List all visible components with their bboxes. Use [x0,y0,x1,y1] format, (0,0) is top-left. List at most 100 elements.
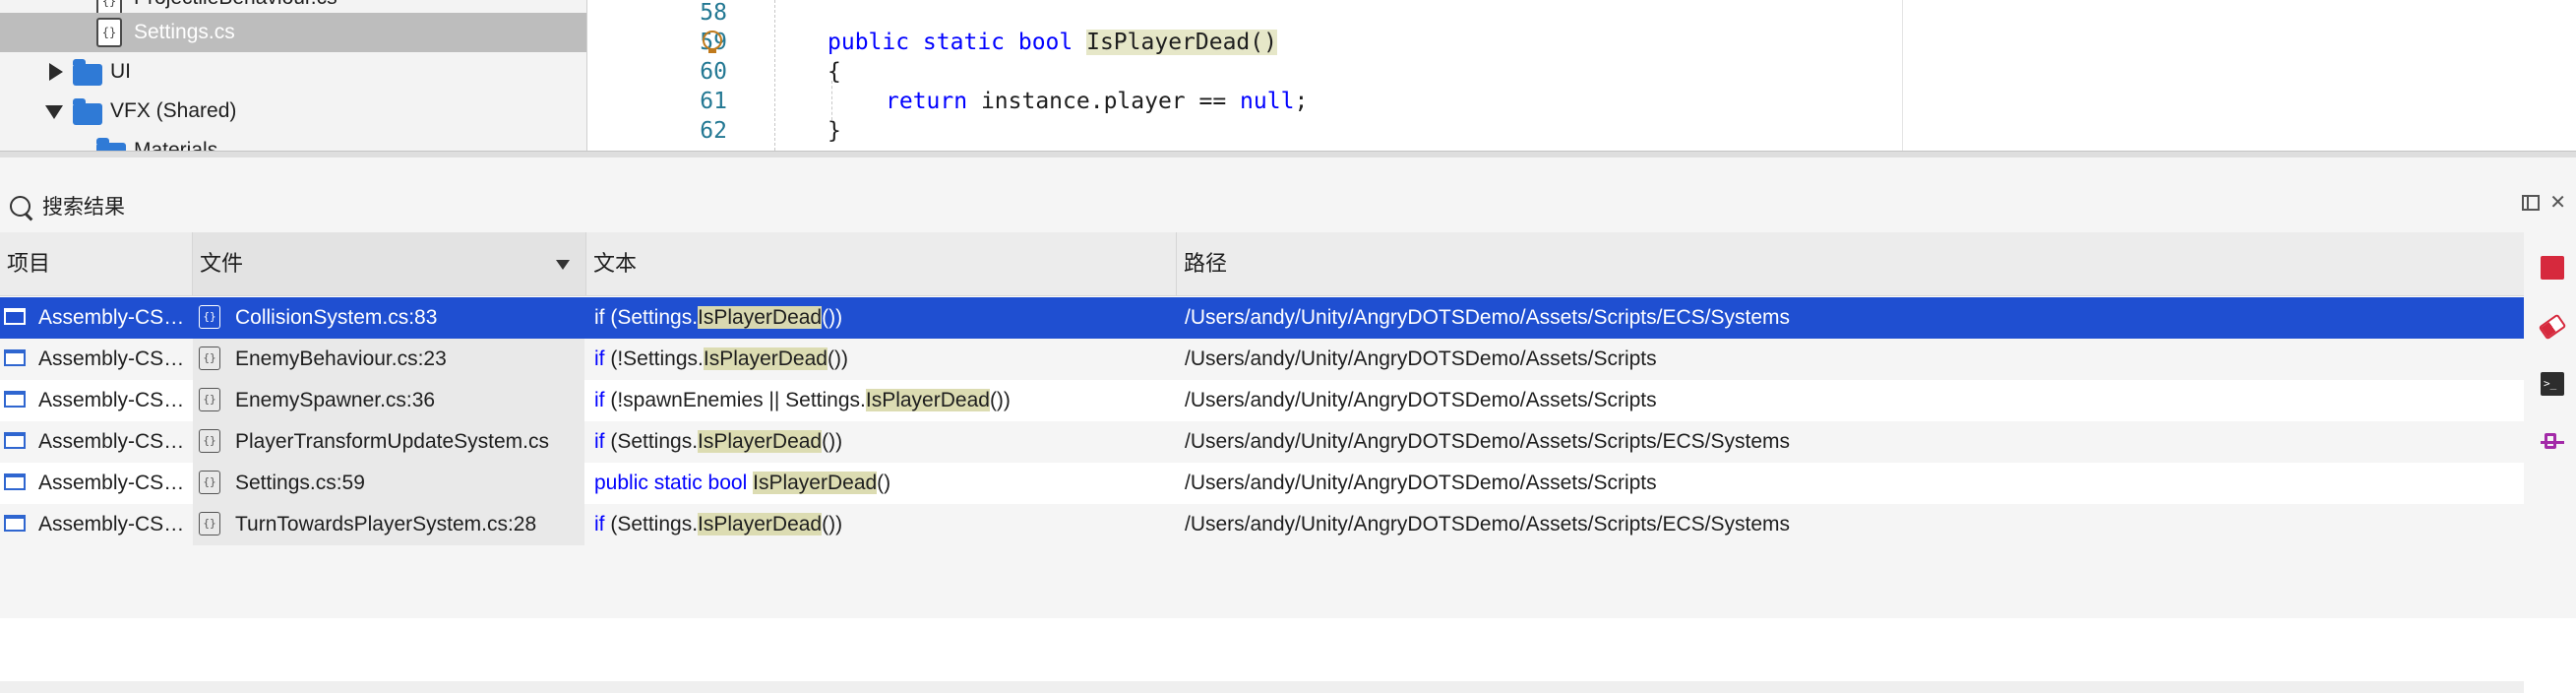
csharp-file-icon: {} [199,305,220,329]
column-header-path[interactable]: 路径 [1177,232,2524,295]
side-toolbar: >_ [2527,232,2576,618]
cell-path: /Users/andy/Unity/AngryDOTSDemo/Assets/S… [1185,306,1790,329]
close-icon[interactable]: ✕ [2549,193,2566,213]
match-suffix: ()) [822,430,843,453]
stop-icon[interactable] [2541,256,2564,280]
project-icon [4,349,26,366]
match-keyword: if [594,389,605,411]
project-icon [4,473,26,490]
file-name: CollisionSystem.cs:83 [235,306,438,329]
line-number: 58 [700,0,727,26]
tree-item-label: VFX (Shared) [110,99,237,122]
dock-icon[interactable] [2522,195,2541,211]
table-row[interactable]: Assembly-CSharp {} CollisionSystem.cs:83 if… [0,297,2524,339]
code-keyword: public static bool [828,30,1087,55]
tree-item-materials[interactable]: Materials [0,131,586,151]
code-line: { [828,59,841,85]
csharp-file-icon: {} [199,512,220,536]
cell-file: {} TurnTowardsPlayerSystem.cs:28 [193,504,584,545]
match-highlight: IsPlayerDead [698,513,823,536]
match-suffix: ()) [822,513,843,536]
cell-project: Assembly-CSharp [0,421,192,463]
tree-item-vfx-shared[interactable]: VFX (Shared) [0,92,586,131]
cell-text: if (!Settings.IsPlayerDead()) [586,339,1183,380]
match-suffix: () [877,472,891,494]
cell-path: /Users/andy/Unity/AngryDOTSDemo/Assets/S… [1185,430,1790,453]
cell-file: {} CollisionSystem.cs:83 [193,297,584,339]
cell-text: if (Settings.IsPlayerDead()) [586,504,1183,545]
column-header-project[interactable]: 项目 [0,232,193,295]
tree-item-label: ProjectileBehaviour.cs [134,0,337,10]
column-header-text[interactable]: 文本 [586,232,1177,295]
chevron-down-icon[interactable] [45,105,63,119]
table-row[interactable]: Assembly-CSharp {} Settings.cs:59 public st… [0,463,2524,504]
code-line: } [828,118,841,144]
chevron-right-icon[interactable] [49,63,63,81]
project-icon [4,391,26,408]
match-prefix: if (Settings. [594,306,699,329]
cell-file: {} EnemyBehaviour.cs:23 [193,339,584,380]
code-editor[interactable]: 58 59 public static bool IsPlayerDead() … [587,0,2576,151]
tree-item-ui[interactable]: UI [0,52,586,92]
column-header-label: 文件 [200,251,244,276]
panel-splitter[interactable] [0,151,2576,158]
file-name: EnemySpawner.cs:36 [235,389,436,411]
pin-icon[interactable] [2541,433,2564,449]
cell-path: /Users/andy/Unity/AngryDOTSDemo/Assets/S… [1185,389,1657,411]
panel-actions: ✕ [2522,193,2566,213]
lightbulb-icon[interactable] [703,31,722,53]
match-keyword: if [594,430,605,453]
match-prefix: (Settings. [604,513,699,536]
cell-file: {} EnemySpawner.cs:36 [193,380,584,421]
project-name: Assembly-CSharp [38,430,186,453]
project-name: Assembly-CSharp [38,389,186,411]
cell-path: /Users/andy/Unity/AngryDOTSDemo/Assets/S… [1185,513,1790,536]
file-name: TurnTowardsPlayerSystem.cs:28 [235,513,537,536]
tree-item-label: Materials [134,139,218,151]
indent-guide [831,81,832,120]
column-header-file[interactable]: 文件 [193,232,586,295]
panel-header: 搜索结果 [10,191,125,220]
csharp-file-icon: {} [199,429,220,453]
results-table: 项目 文件 文本 路径 Assembly-CSharp {} CollisionSy… [0,232,2524,693]
terminal-icon[interactable]: >_ [2541,372,2564,396]
cell-text: if (Settings.IsPlayerDead()) [586,421,1183,463]
cell-project: Assembly-CSharp [0,339,192,380]
project-icon [4,515,26,532]
cell-path: /Users/andy/Unity/AngryDOTSDemo/Assets/S… [1185,472,1657,494]
match-keyword: if [594,513,605,536]
cell-text: if (!spawnEnemies || Settings.IsPlayerDe… [586,380,1183,421]
tree-item-label: UI [110,60,131,83]
table-row[interactable]: Assembly-CSharp {} TurnTowardsPlayerSystem… [0,504,2524,545]
line-number: 62 [700,118,727,144]
project-name: Assembly-CSharp [38,472,186,494]
sort-descending-icon [556,260,570,270]
match-keyword: if [594,347,605,370]
table-row[interactable]: Assembly-CSharp {} EnemySpawner.cs:36 if (!… [0,380,2524,421]
file-name: EnemyBehaviour.cs:23 [235,347,447,370]
folder-icon [73,59,102,86]
match-suffix: ()) [827,347,848,370]
project-name: Assembly-CSharp [38,347,186,370]
line-number: 60 [700,59,727,85]
tree-item-settings[interactable]: {} Settings.cs [0,13,586,52]
match-suffix: ()) [822,306,843,329]
cell-project: Assembly-CSharp [0,297,192,339]
cell-project: Assembly-CSharp [0,463,192,504]
solution-explorer: {} ProjectileBehaviour.cs {} Settings.cs… [0,0,587,151]
match-prefix: (!spawnEnemies || Settings. [604,389,866,411]
code-keyword: null [1240,89,1295,114]
search-icon [10,195,31,217]
match-keyword: public static bool [594,472,748,494]
file-name: Settings.cs:59 [235,472,365,494]
tree-item-label: Settings.cs [134,21,235,43]
cell-project: Assembly-CSharp [0,504,192,545]
line-number: 61 [700,89,727,114]
table-row[interactable]: Assembly-CSharp {} EnemyBehaviour.cs:23 if … [0,339,2524,380]
table-header: 项目 文件 文本 路径 [0,232,2524,296]
table-row[interactable]: Assembly-CSharp {} PlayerTransformUpdateSy… [0,421,2524,463]
status-strip [0,681,2524,693]
eraser-icon[interactable] [2538,313,2567,341]
code-punctuation: ; [1294,89,1309,114]
match-prefix: (Settings. [604,430,699,453]
